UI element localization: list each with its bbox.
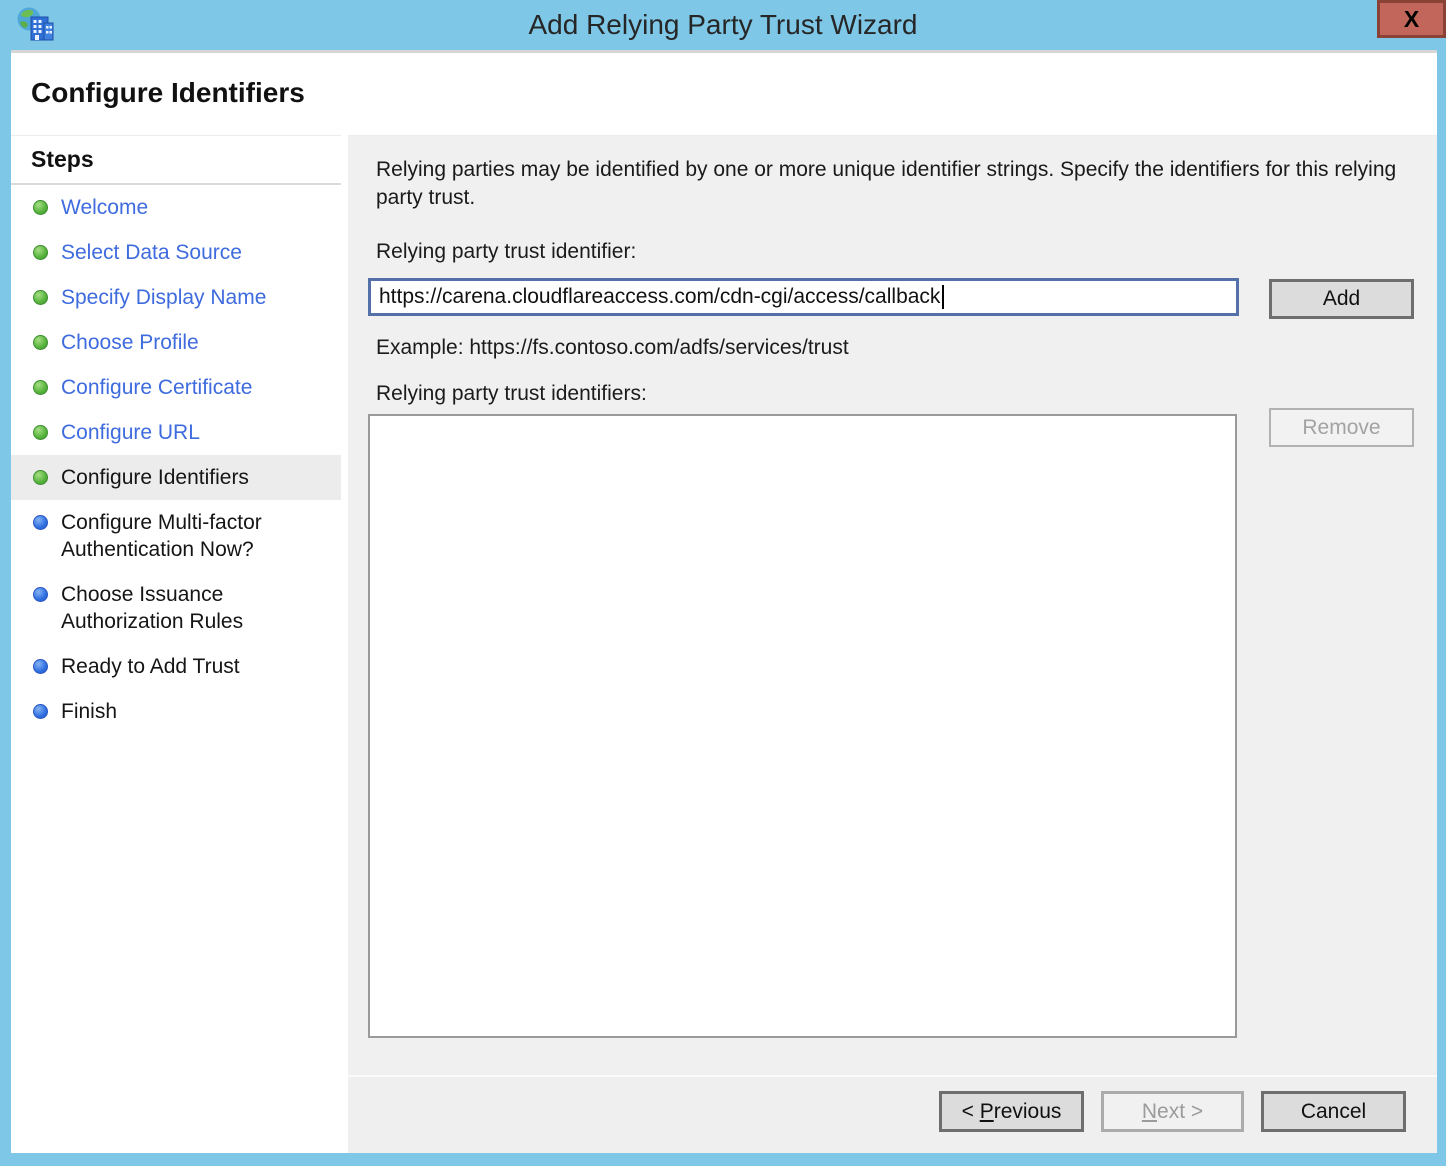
step-pending-bullet-icon (33, 704, 48, 719)
sidebar-item-configure-certificate[interactable]: Configure Certificate (11, 365, 341, 410)
steps-heading: Steps (11, 136, 341, 185)
example-text: Example: https://fs.contoso.com/adfs/ser… (376, 336, 849, 360)
sidebar-item-choose-profile[interactable]: Choose Profile (11, 320, 341, 365)
step-pending-bullet-icon (33, 659, 48, 674)
sidebar-item-configure-identifiers[interactable]: Configure Identifiers (11, 455, 341, 500)
relying-party-identifier-input[interactable]: https://carena.cloudflareaccess.com/cdn-… (368, 278, 1239, 316)
window-titlebar: Add Relying Party Trust Wizard X (0, 0, 1446, 50)
page-title: Configure Identifiers (11, 53, 1437, 109)
next-button[interactable]: Next > (1101, 1091, 1244, 1132)
dialog-header: Configure Identifiers (11, 53, 1437, 135)
close-icon: X (1404, 8, 1419, 31)
cancel-button[interactable]: Cancel (1261, 1091, 1406, 1132)
close-button[interactable]: X (1377, 0, 1446, 38)
step-completed-bullet-icon (33, 200, 48, 215)
content-panel: Relying parties may be identified by one… (348, 135, 1437, 1153)
sidebar-item-ready-to-add-trust[interactable]: Ready to Add Trust (11, 644, 341, 689)
steps-sidebar: Steps Welcome Select Data Source Specify… (11, 135, 341, 1153)
sidebar-item-configure-url[interactable]: Configure URL (11, 410, 341, 455)
step-pending-bullet-icon (33, 587, 48, 602)
step-completed-bullet-icon (33, 290, 48, 305)
identifiers-list-label: Relying party trust identifiers: (376, 382, 647, 406)
sidebar-item-configure-multifactor[interactable]: Configure Multi-factor Authentication No… (11, 500, 341, 572)
step-completed-bullet-icon (33, 380, 48, 395)
sidebar-item-specify-display-name[interactable]: Specify Display Name (11, 275, 341, 320)
sidebar-item-choose-issuance-rules[interactable]: Choose Issuance Authorization Rules (11, 572, 341, 644)
identifier-label: Relying party trust identifier: (376, 240, 636, 264)
step-pending-bullet-icon (33, 515, 48, 530)
remove-button[interactable]: Remove (1269, 408, 1414, 447)
previous-button[interactable]: < Previous (939, 1091, 1084, 1132)
sidebar-item-select-data-source[interactable]: Select Data Source (11, 230, 341, 275)
add-button[interactable]: Add (1269, 279, 1414, 319)
previous-label: < Previous (962, 1100, 1062, 1124)
step-completed-bullet-icon (33, 245, 48, 260)
step-completed-bullet-icon (33, 335, 48, 350)
next-label: Next > (1142, 1100, 1203, 1124)
step-completed-bullet-icon (33, 425, 48, 440)
intro-text: Relying parties may be identified by one… (376, 156, 1406, 212)
footer-bar: < Previous Next > Cancel (348, 1075, 1437, 1153)
text-caret (942, 285, 944, 309)
identifiers-listbox[interactable] (368, 414, 1237, 1038)
sidebar-item-finish[interactable]: Finish (11, 689, 341, 734)
wizard-dialog: Configure Identifiers Steps Welcome Sele… (11, 50, 1437, 1153)
window-title: Add Relying Party Trust Wizard (0, 0, 1446, 50)
identifier-input-value: https://carena.cloudflareaccess.com/cdn-… (379, 285, 940, 309)
sidebar-item-welcome[interactable]: Welcome (11, 185, 341, 230)
step-current-bullet-icon (33, 470, 48, 485)
